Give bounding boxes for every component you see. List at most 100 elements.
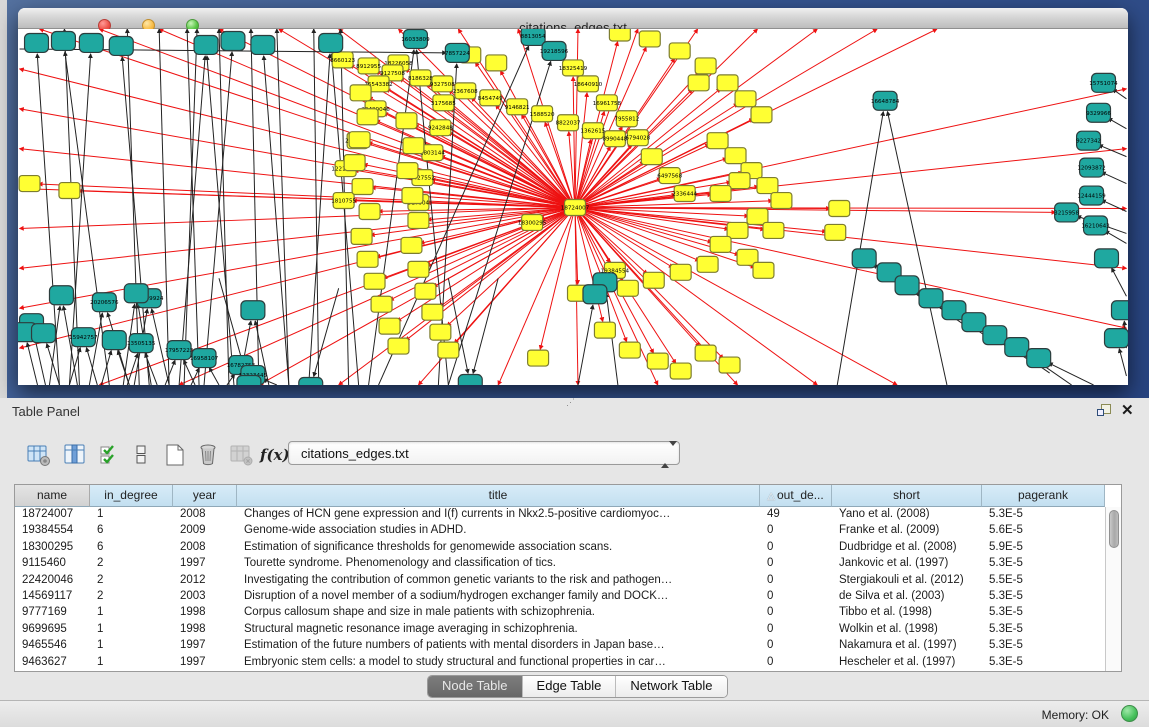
graph-node[interactable]: [299, 378, 323, 385]
graph-node[interactable]: [729, 173, 750, 189]
graph-node[interactable]: [717, 75, 738, 91]
function-builder-icon[interactable]: f(x): [260, 446, 286, 472]
graph-node[interactable]: [852, 249, 876, 268]
graph-node[interactable]: [962, 313, 986, 332]
graph-node[interactable]: [415, 283, 436, 299]
graph-node[interactable]: [221, 31, 245, 50]
table-row[interactable]: 1830029562008Estimation of significance …: [15, 540, 1105, 556]
graph-node[interactable]: [697, 256, 718, 272]
graph-node[interactable]: [643, 272, 664, 288]
graph-node[interactable]: [735, 91, 756, 107]
table-mode-icon[interactable]: [26, 442, 52, 468]
graph-node[interactable]: [670, 363, 691, 379]
graph-node[interactable]: [609, 29, 630, 41]
graph-node[interactable]: [719, 357, 740, 373]
graph-node[interactable]: [319, 33, 343, 52]
graph-node[interactable]: [397, 163, 418, 179]
graph-node[interactable]: [594, 322, 615, 338]
graph-node[interactable]: [396, 113, 417, 129]
graph-node[interactable]: [688, 75, 709, 91]
vertical-scrollbar[interactable]: [1105, 507, 1121, 671]
graph-node[interactable]: [32, 324, 56, 343]
table-row[interactable]: 946362711997Embryonic stem cells: a mode…: [15, 655, 1105, 671]
column-header-out_degree[interactable]: △out_de...: [760, 485, 832, 507]
graph-node[interactable]: [1027, 349, 1051, 368]
graph-node[interactable]: [408, 261, 429, 277]
graph-node[interactable]: [619, 342, 640, 358]
graph-node[interactable]: [695, 345, 716, 361]
delete-column-icon[interactable]: [195, 442, 221, 468]
graph-node[interactable]: [617, 280, 638, 296]
graph-node[interactable]: [695, 58, 716, 74]
graph-node[interactable]: [350, 85, 371, 101]
graph-node[interactable]: [371, 296, 392, 312]
graph-node[interactable]: [647, 353, 668, 369]
float-panel-icon[interactable]: [1096, 403, 1112, 418]
graph-node[interactable]: [670, 264, 691, 280]
tab-node-table[interactable]: Node Table: [428, 676, 523, 697]
graph-node[interactable]: [825, 224, 846, 240]
graph-node[interactable]: [49, 286, 73, 305]
column-header-in_degree[interactable]: in_degree: [90, 485, 173, 507]
graph-node[interactable]: [1111, 301, 1128, 320]
tab-edge-table[interactable]: Edge Table: [523, 676, 617, 697]
graph-node[interactable]: [763, 222, 784, 238]
graph-node[interactable]: [641, 149, 662, 165]
table-row[interactable]: 1456911722003Disruption of a novel membe…: [15, 589, 1105, 605]
column-header-year[interactable]: year: [173, 485, 237, 507]
table-row[interactable]: 1938455462009Genome-wide association stu…: [15, 523, 1105, 539]
graph-node[interactable]: [251, 35, 275, 54]
graph-node[interactable]: [430, 324, 451, 340]
graph-node[interactable]: [388, 338, 409, 354]
graph-node[interactable]: [402, 188, 423, 204]
graph-node[interactable]: [438, 342, 459, 358]
column-header-short[interactable]: short: [832, 485, 982, 507]
graph-node[interactable]: [919, 289, 943, 308]
graph-node[interactable]: [401, 237, 422, 253]
graph-node[interactable]: [194, 35, 218, 54]
graph-node[interactable]: [983, 326, 1007, 345]
table-row[interactable]: 911546021997Tourette syndrome. Phenomeno…: [15, 556, 1105, 572]
table-row[interactable]: 969969511998Structural magnetic resonanc…: [15, 622, 1105, 638]
graph-node[interactable]: [669, 43, 690, 59]
graph-node[interactable]: [710, 186, 731, 202]
graph-node[interactable]: [486, 55, 507, 71]
graph-node[interactable]: [379, 318, 400, 334]
graph-node[interactable]: [751, 107, 772, 123]
graph-node[interactable]: [528, 350, 549, 366]
table-select-dropdown[interactable]: citations_edges.txt: [288, 441, 680, 465]
table-row[interactable]: 946554611997Estimation of the future num…: [15, 638, 1105, 654]
network-window[interactable]: citations_edges.txt 18724007183002951938…: [18, 8, 1128, 385]
graph-node[interactable]: [753, 262, 774, 278]
graph-node[interactable]: [422, 304, 443, 320]
graph-node[interactable]: [109, 36, 133, 55]
graph-node[interactable]: [725, 148, 746, 164]
graph-node[interactable]: [124, 284, 148, 303]
graph-node[interactable]: [59, 183, 80, 199]
close-panel-icon[interactable]: ✕: [1121, 401, 1134, 419]
graph-node[interactable]: [359, 204, 380, 220]
graph-node[interactable]: [357, 251, 378, 267]
column-visibility-icon[interactable]: [62, 442, 88, 468]
scrollbar-thumb[interactable]: [1109, 510, 1119, 548]
graph-node[interactable]: [403, 138, 424, 154]
graph-node[interactable]: [344, 155, 365, 171]
graph-node[interactable]: [357, 109, 378, 125]
graph-node[interactable]: [727, 222, 748, 238]
graph-node[interactable]: [707, 133, 728, 149]
column-header-title[interactable]: title: [237, 485, 760, 507]
import-table-icon[interactable]: [228, 442, 254, 468]
network-view[interactable]: 1872400718300295193845546497568233644486…: [18, 29, 1128, 385]
graph-node[interactable]: [79, 33, 103, 52]
graph-node[interactable]: [771, 193, 792, 209]
column-header-pagerank[interactable]: pagerank: [982, 485, 1105, 507]
graph-node[interactable]: [19, 176, 40, 192]
graph-node[interactable]: [408, 212, 429, 228]
graph-node[interactable]: [458, 375, 482, 385]
graph-node[interactable]: [364, 273, 385, 289]
tab-network-table[interactable]: Network Table: [616, 676, 726, 697]
table-row[interactable]: 1872400712008Changes of HCN gene express…: [15, 507, 1105, 523]
graph-node[interactable]: [241, 301, 265, 320]
network-graph[interactable]: 1872400718300295193845546497568233644486…: [18, 29, 1128, 385]
splitter-handle[interactable]: ⋰: [566, 398, 580, 406]
